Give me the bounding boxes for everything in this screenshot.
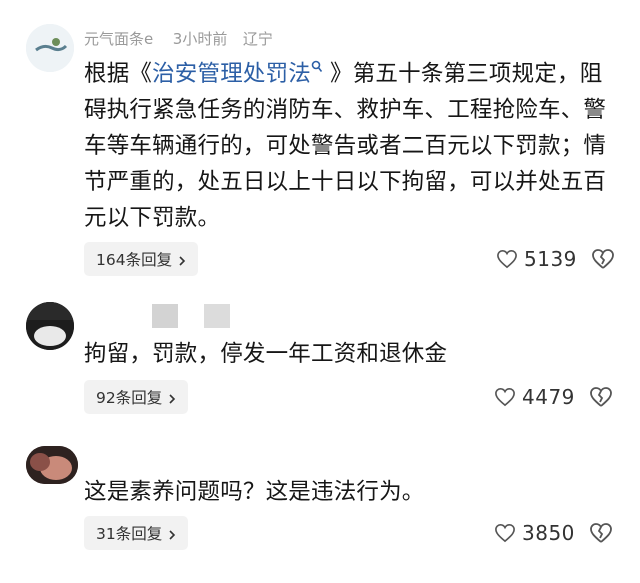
view-replies-button[interactable]: 92条回复 [84, 380, 189, 414]
search-icon[interactable] [311, 56, 324, 78]
heart-icon[interactable] [494, 523, 516, 543]
comment-text: 拘留，罚款，停发一年工资和退休金 [84, 341, 448, 367]
avatar[interactable] [26, 302, 74, 350]
like-count: 5139 [524, 247, 577, 271]
avatar[interactable] [26, 446, 78, 484]
comment-text: 这是素养问题吗？这是违法行为。 [84, 479, 425, 505]
heart-icon[interactable] [494, 387, 516, 407]
view-replies-button[interactable]: 164条回复 [84, 242, 199, 276]
comment-time: 3小时前 [172, 30, 228, 48]
heart-icon[interactable] [496, 249, 518, 269]
comment-location: 辽宁 [242, 30, 273, 48]
comment-text: 根据《治安管理处罚法 》第五十条第三项规定，阻碍执行紧急任务的消防车、救护车、工程… [84, 56, 614, 236]
broken-heart-icon[interactable] [589, 386, 613, 408]
chevron-right-icon [176, 253, 188, 266]
law-link[interactable]: 治安管理处罚法 [152, 61, 311, 87]
author-name-redacted [204, 304, 230, 328]
view-replies-button[interactable]: 31条回复 [84, 516, 189, 550]
like-count: 4479 [522, 385, 575, 409]
reply-count-label: 164条回复 [96, 251, 173, 269]
author-name[interactable]: 元气面条e [84, 30, 153, 48]
chevron-right-icon [166, 527, 178, 540]
like-count: 3850 [522, 521, 575, 545]
text-prefix: 根据《 [84, 61, 153, 87]
author-name-redacted [152, 304, 178, 328]
broken-heart-icon[interactable] [589, 522, 613, 544]
like-bar: 5139 [496, 242, 615, 276]
avatar[interactable] [26, 24, 74, 72]
comment-meta: 元气面条e 3小时前 辽宁 [84, 28, 273, 49]
like-bar: 3850 [494, 516, 613, 550]
broken-heart-icon[interactable] [591, 248, 615, 270]
like-bar: 4479 [494, 380, 613, 414]
chevron-right-icon [166, 391, 178, 404]
reply-count-label: 92条回复 [96, 389, 163, 407]
reply-count-label: 31条回复 [96, 525, 163, 543]
